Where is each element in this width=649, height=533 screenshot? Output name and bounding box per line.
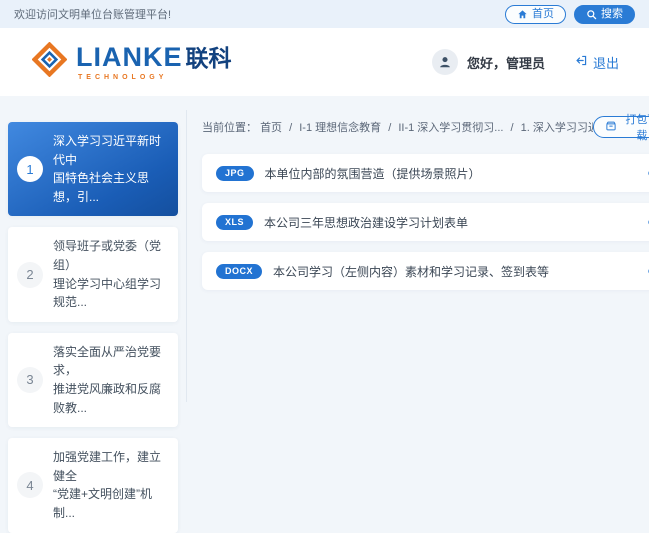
- content-header: 当前位置： 首页 / I-1 理想信念教育 / II-1 深入学习贯彻习... …: [202, 114, 649, 140]
- item-number-badge: 2: [17, 262, 43, 288]
- logout-icon: [575, 54, 588, 70]
- logo: LIANKE 联科 TECHNOLOGY: [32, 42, 232, 82]
- sidebar-item-3[interactable]: 3 落实全面从严治党要求， 推进党风廉政和反腐败教...: [8, 333, 178, 427]
- file-row-jpg: JPG 本单位内部的氛围营造（提供场景照片） 下载: [202, 154, 649, 192]
- welcome-text: 欢迎访问文明单位台账管理平台!: [14, 6, 171, 22]
- sidebar-item-2[interactable]: 2 领导班子或党委（党组） 理论学习中心组学习规范...: [8, 227, 178, 321]
- logo-texts: LIANKE 联科 TECHNOLOGY: [76, 44, 232, 81]
- app-window: 欢迎访问文明单位台账管理平台! 首页 搜索: [0, 0, 649, 448]
- file-type-badge: DOCX: [216, 264, 262, 279]
- breadcrumb-item-level2[interactable]: II-1 深入学习贯彻习...: [398, 122, 503, 134]
- breadcrumb-item-home[interactable]: 首页: [260, 122, 282, 134]
- sidebar-item-4[interactable]: 4 加强党建工作，建立健全 “党建+文明创建”机制...: [8, 438, 178, 532]
- logo-name-en: LIANKE: [76, 44, 183, 71]
- home-button[interactable]: 首页: [505, 5, 566, 24]
- avatar: [432, 49, 458, 75]
- logo-subtitle: TECHNOLOGY: [78, 74, 232, 81]
- file-name: 本公司三年思想政治建设学习计划表单: [264, 214, 648, 231]
- file-row-docx: DOCX 本公司学习（左侧内容）素材和学习记录、签到表等 下载: [202, 252, 649, 290]
- user-info: 您好，管理员: [432, 49, 545, 75]
- breadcrumb-separator: /: [289, 122, 292, 134]
- sidebar: 1 深入学习习近平新时代中 国特色社会主义思想，引... 2 领导班子或党委（党…: [0, 112, 186, 533]
- breadcrumb-separator: /: [388, 122, 391, 134]
- breadcrumb-item-level1[interactable]: I-1 理想信念教育: [299, 122, 381, 134]
- sidebar-item-label: 加强党建工作，建立健全 “党建+文明创建”机制...: [53, 448, 169, 522]
- home-button-label: 首页: [532, 9, 554, 20]
- head-actions: 打包下载: [593, 114, 649, 140]
- file-type-badge: JPG: [216, 166, 254, 181]
- package-icon: [605, 120, 617, 135]
- header-right: 您好，管理员 退出: [432, 49, 619, 75]
- breadcrumb-item-current: 1. 深入学习习近平...: [521, 122, 594, 134]
- package-download-button[interactable]: 打包下载: [593, 116, 649, 138]
- logo-name-cn: 联科: [186, 47, 232, 70]
- header: LIANKE 联科 TECHNOLOGY 您好，管理员 退出: [0, 28, 649, 96]
- file-row-xls: XLS 本公司三年思想政治建设学习计划表单 下载: [202, 203, 649, 241]
- item-number-badge: 1: [17, 156, 43, 182]
- sidebar-item-label: 领导班子或党委（党组） 理论学习中心组学习规范...: [53, 237, 169, 311]
- logout-label: 退出: [593, 53, 619, 72]
- logout-button[interactable]: 退出: [575, 53, 619, 72]
- file-type-badge: XLS: [216, 215, 253, 230]
- greeting-text: 您好，管理员: [467, 53, 545, 72]
- vertical-divider: [186, 110, 187, 402]
- search-button[interactable]: 搜索: [574, 5, 635, 24]
- logo-icon: [32, 42, 67, 82]
- sidebar-item-label: 深入学习习近平新时代中 国特色社会主义思想，引...: [53, 132, 169, 206]
- package-download-label: 打包下载: [622, 111, 649, 143]
- search-icon: [586, 9, 597, 20]
- search-button-label: 搜索: [601, 9, 623, 20]
- breadcrumb-label: 当前位置：: [202, 122, 257, 134]
- main-area: 1 深入学习习近平新时代中 国特色社会主义思想，引... 2 领导班子或党委（党…: [0, 96, 649, 533]
- sidebar-item-1[interactable]: 1 深入学习习近平新时代中 国特色社会主义思想，引...: [8, 122, 178, 216]
- home-icon: [517, 9, 528, 20]
- content-panel: 当前位置： 首页 / I-1 理想信念教育 / II-1 深入学习贯彻习... …: [186, 112, 649, 533]
- top-bar: 欢迎访问文明单位台账管理平台! 首页 搜索: [0, 0, 649, 28]
- item-number-badge: 4: [17, 472, 43, 498]
- file-name: 本单位内部的氛围营造（提供场景照片）: [265, 165, 649, 182]
- breadcrumb-separator: /: [511, 122, 514, 134]
- sidebar-item-label: 落实全面从严治党要求， 推进党风廉政和反腐败教...: [53, 343, 169, 417]
- file-name: 本公司学习（左侧内容）素材和学习记录、签到表等: [273, 263, 648, 280]
- item-number-badge: 3: [17, 367, 43, 393]
- topbar-actions: 首页 搜索: [505, 5, 635, 24]
- breadcrumb: 当前位置： 首页 / I-1 理想信念教育 / II-1 深入学习贯彻习... …: [202, 119, 593, 135]
